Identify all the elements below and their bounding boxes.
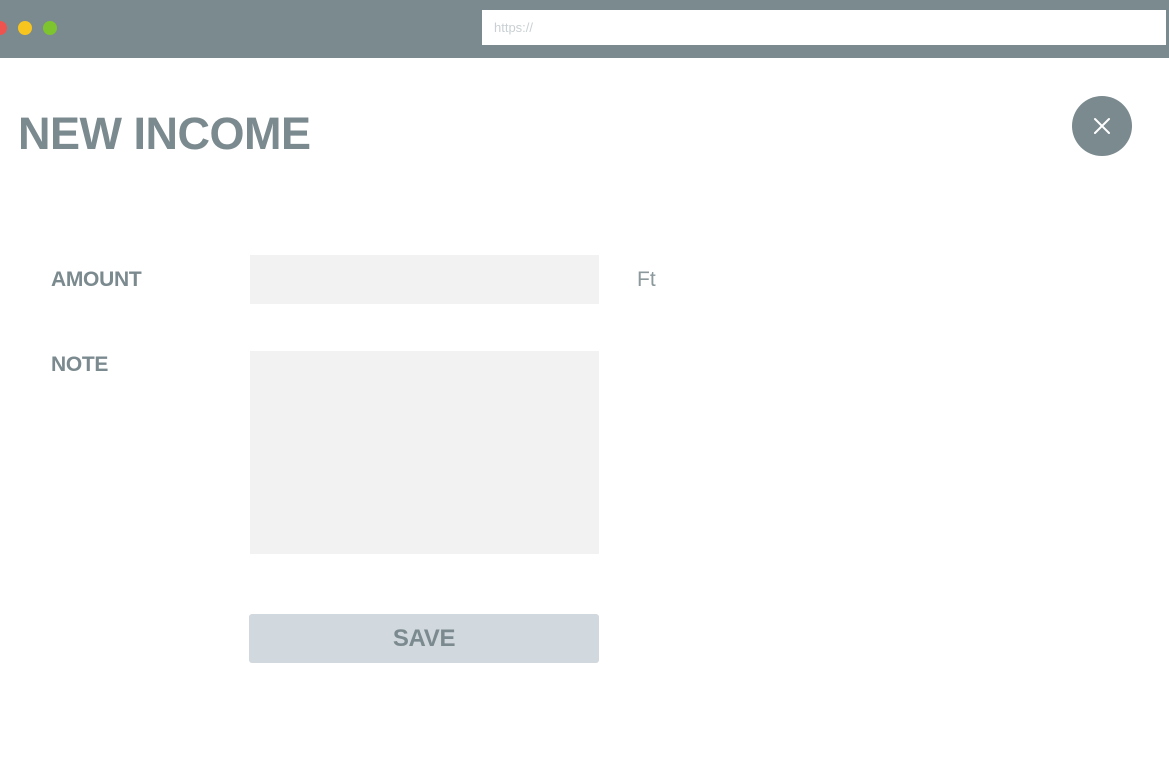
window-maximize-dot[interactable] [43,21,57,35]
window-minimize-dot[interactable] [18,21,32,35]
note-textarea[interactable] [250,351,599,554]
close-icon [1094,118,1110,134]
url-bar[interactable]: https:// [482,10,1166,45]
save-button[interactable]: SAVE [249,614,599,663]
note-label: NOTE [51,353,109,376]
amount-input[interactable] [250,255,599,304]
amount-label: AMOUNT [51,268,142,291]
currency-unit: Ft [637,268,656,291]
browser-toolbar: https:// [0,0,1169,58]
window-close-dot[interactable] [0,21,7,35]
page-title: NEW INCOME [18,108,311,159]
close-button[interactable] [1072,96,1132,156]
